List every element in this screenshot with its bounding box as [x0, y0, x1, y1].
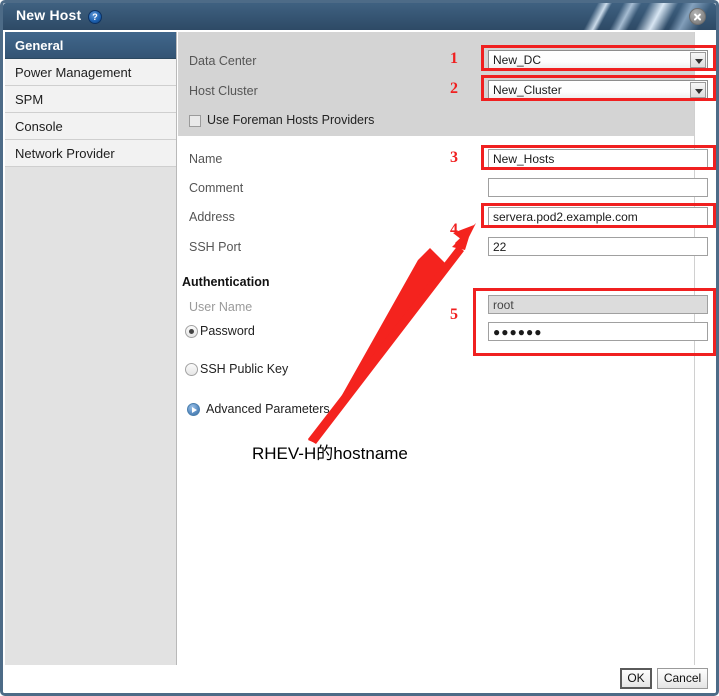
use-foreman-hosts-providers-checkbox[interactable]	[189, 115, 201, 127]
marker-1: 1	[450, 50, 458, 67]
dialog-title: New Host	[16, 7, 82, 23]
sidebar-item-power-management[interactable]: Power Management	[5, 59, 176, 86]
sidebar-item-network-provider[interactable]: Network Provider	[5, 140, 176, 167]
marker-3: 3	[450, 149, 458, 166]
dialog-titlebar: New Host ?	[3, 3, 716, 30]
data-center-label: Data Center	[189, 54, 257, 68]
ssh-public-key-radio[interactable]	[185, 363, 198, 376]
host-cluster-label: Host Cluster	[189, 84, 258, 98]
sidebar-item-spm[interactable]: SPM	[5, 86, 176, 113]
name-label: Name	[189, 152, 223, 166]
use-foreman-hosts-providers-label: Use Foreman Hosts Providers	[207, 113, 375, 127]
sidebar-item-label: SPM	[15, 92, 44, 107]
marker-5: 5	[450, 306, 458, 323]
highlight-box-1	[481, 45, 716, 71]
ssh-port-label: SSH Port	[189, 240, 242, 254]
advanced-parameters-label: Advanced Parameters	[206, 402, 330, 416]
ssh-public-key-label: SSH Public Key	[200, 362, 289, 376]
user-name-label: User Name	[189, 300, 253, 314]
cancel-button[interactable]: Cancel	[657, 668, 708, 689]
sidebar-item-console[interactable]: Console	[5, 113, 176, 140]
sidebar-item-label: Power Management	[15, 65, 132, 80]
ssh-port-value: 22	[493, 240, 507, 254]
question-mark-icon[interactable]: ?	[88, 10, 102, 24]
close-icon[interactable]	[689, 8, 706, 25]
comment-label: Comment	[189, 181, 244, 195]
ok-button[interactable]: OK	[620, 668, 652, 689]
password-label: Password	[200, 324, 255, 338]
dialog-sidebar: General Power Management SPM Console Net…	[5, 32, 177, 668]
authentication-heading: Authentication	[182, 275, 270, 289]
address-label: Address	[189, 210, 235, 224]
chevron-right-icon[interactable]	[187, 403, 200, 416]
sidebar-item-label: Network Provider	[15, 146, 115, 161]
new-host-dialog: New Host ? General Power Management SPM …	[0, 0, 719, 696]
sidebar-item-label: Console	[15, 119, 63, 134]
password-radio[interactable]	[185, 325, 198, 338]
sidebar-item-label: General	[15, 38, 64, 53]
dialog-footer: OK Cancel	[3, 665, 716, 693]
highlight-box-2	[481, 75, 716, 101]
annotation-note: RHEV-H的hostname	[252, 444, 408, 463]
dialog-body: General Power Management SPM Console Net…	[3, 30, 716, 693]
marker-2: 2	[450, 80, 458, 97]
sidebar-item-general[interactable]: General	[5, 32, 176, 59]
highlight-box-3	[481, 145, 716, 170]
comment-input[interactable]	[488, 178, 708, 197]
marker-4: 4	[450, 221, 458, 238]
highlight-box-4	[481, 203, 716, 228]
highlight-box-5	[473, 288, 716, 356]
ssh-port-input[interactable]: 22	[488, 237, 708, 256]
